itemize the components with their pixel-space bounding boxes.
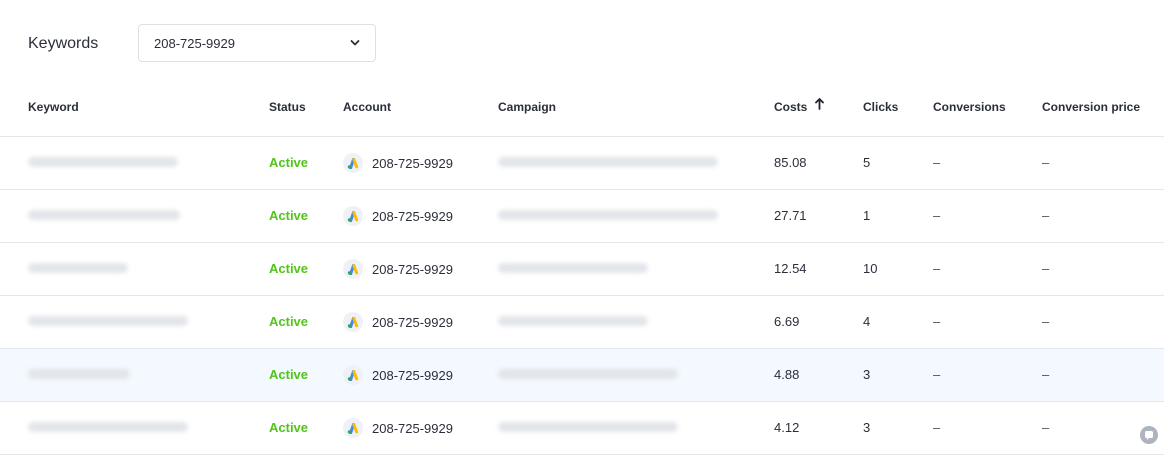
conversion-price-value: – [1042,155,1050,170]
clicks-value: 5 [863,155,871,170]
google-ads-icon [343,153,363,173]
account-id: 208-725-9929 [372,367,453,383]
account-id: 208-725-9929 [372,420,453,436]
column-header-conversion-price[interactable]: Conversion price [1042,100,1140,114]
keyword-redacted [28,263,128,273]
conversion-price-value: – [1042,261,1050,276]
google-ads-icon [343,206,363,226]
campaign-redacted [498,263,648,273]
table-row[interactable]: Active 208-725-9929 27.71 1 – – [0,190,1164,243]
chat-icon[interactable] [1140,426,1158,444]
account-cell: 208-725-9929 [343,416,453,440]
google-ads-icon [343,418,363,438]
table-row[interactable]: Active 208-725-9929 85.08 5 – – [0,137,1164,190]
conversions-value: – [933,208,941,223]
column-header-clicks[interactable]: Clicks [863,100,898,114]
campaign-redacted [498,316,648,326]
account-cell: 208-725-9929 [343,151,453,175]
account-cell: 208-725-9929 [343,363,453,387]
clicks-value: 3 [863,367,871,382]
campaign-redacted [498,210,718,220]
table-row[interactable]: Active 208-725-9929 4.12 3 – – [0,402,1164,455]
keyword-redacted [28,210,180,220]
account-cell: 208-725-9929 [343,204,453,228]
page-title: Keywords [28,35,99,52]
keyword-redacted [28,369,130,379]
campaign-redacted [498,157,718,167]
google-ads-icon [343,365,363,385]
account-select[interactable]: 208-725-9929 [138,24,376,62]
account-cell: 208-725-9929 [343,310,453,334]
costs-value: 4.88 [774,367,800,382]
status-badge: Active [269,314,309,329]
costs-value: 27.71 [774,208,807,223]
account-select-value: 208-725-9929 [154,36,235,51]
google-ads-icon [343,312,363,332]
campaign-redacted [498,369,678,379]
column-header-keyword[interactable]: Keyword [28,100,79,114]
column-header-status[interactable]: Status [269,100,306,114]
account-id: 208-725-9929 [372,208,453,224]
campaign-redacted [498,422,678,432]
costs-value: 85.08 [774,155,807,170]
google-ads-icon [343,259,363,279]
keyword-redacted [28,422,188,432]
conversions-value: – [933,155,941,170]
column-header-costs[interactable]: Costs [774,100,807,114]
column-header-account[interactable]: Account [343,100,391,114]
status-badge: Active [269,367,309,382]
column-header-campaign[interactable]: Campaign [498,100,556,114]
clicks-value: 10 [863,261,878,276]
clicks-value: 1 [863,208,871,223]
clicks-value: 4 [863,314,871,329]
conversion-price-value: – [1042,208,1050,223]
conversions-value: – [933,420,941,435]
account-id: 208-725-9929 [372,261,453,277]
keyword-redacted [28,316,188,326]
arrow-up-icon[interactable] [815,98,824,110]
status-badge: Active [269,420,309,435]
account-cell: 208-725-9929 [343,257,453,281]
account-id: 208-725-9929 [372,314,453,330]
table-body: Active 208-725-9929 85.08 5 – – Active 2… [0,137,1164,455]
status-badge: Active [269,208,309,223]
keyword-redacted [28,157,178,167]
table-row[interactable]: Active 208-725-9929 12.54 10 – – [0,243,1164,296]
conversions-value: – [933,261,941,276]
conversion-price-value: – [1042,420,1050,435]
chevron-down-icon [350,40,360,46]
conversions-value: – [933,367,941,382]
toolbar: Keywords 208-725-9929 [0,0,1164,84]
column-header-conversions[interactable]: Conversions [933,100,1006,114]
costs-value: 6.69 [774,314,800,329]
conversions-value: – [933,314,941,329]
account-id: 208-725-9929 [372,155,453,171]
status-badge: Active [269,155,309,170]
conversion-price-value: – [1042,367,1050,382]
table-row[interactable]: Active 208-725-9929 4.88 3 – – [0,349,1164,402]
table-header: Keyword Status Account Campaign Costs Cl… [0,84,1164,137]
conversion-price-value: – [1042,314,1050,329]
costs-value: 4.12 [774,420,800,435]
clicks-value: 3 [863,420,871,435]
costs-value: 12.54 [774,261,807,276]
status-badge: Active [269,261,309,276]
table-row[interactable]: Active 208-725-9929 6.69 4 – – [0,296,1164,349]
